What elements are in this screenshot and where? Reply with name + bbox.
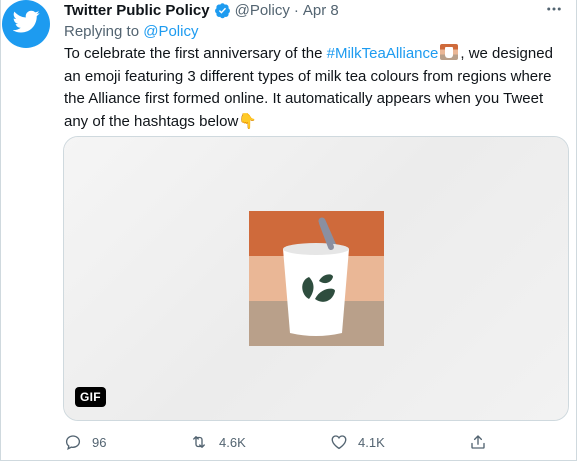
tweet-text-part1: To celebrate the first anniversary of th… xyxy=(64,45,327,62)
retweet-button[interactable]: 4.6K xyxy=(189,430,246,454)
share-button[interactable] xyxy=(469,430,487,454)
milk-tea-emoji-icon xyxy=(440,44,459,60)
author-handle[interactable]: @Policy xyxy=(235,2,290,19)
retweet-count: 4.6K xyxy=(219,434,246,450)
gif-media[interactable]: GIF xyxy=(63,136,569,421)
share-icon xyxy=(471,435,485,449)
replying-to: Replying to @Policy xyxy=(64,23,198,40)
twitter-bird-icon xyxy=(13,10,40,33)
like-count: 4.1K xyxy=(358,434,385,450)
author-name[interactable]: Twitter Public Policy xyxy=(64,2,210,19)
tweet-date[interactable]: Apr 8 xyxy=(303,2,339,19)
hashtag-link[interactable]: #MilkTeaAlliance xyxy=(327,45,439,62)
like-button[interactable]: 4.1K xyxy=(330,430,385,454)
gif-badge: GIF xyxy=(75,387,106,407)
more-options-icon[interactable] xyxy=(542,0,566,18)
tweet-text: To celebrate the first anniversary of th… xyxy=(64,43,564,133)
pointing-down-hand-icon: 👇 xyxy=(238,112,257,130)
separator-dot: · xyxy=(293,1,299,19)
replying-handle-link[interactable]: @Policy xyxy=(143,23,198,40)
avatar[interactable] xyxy=(2,0,50,48)
reply-button[interactable]: 96 xyxy=(64,430,106,454)
replying-prefix: Replying to xyxy=(64,23,140,40)
retweet-icon xyxy=(193,436,205,448)
reply-count: 96 xyxy=(92,434,107,450)
tweet-actions: 96 4.6K 4.1K xyxy=(64,430,504,454)
reply-icon xyxy=(65,435,81,451)
verified-badge-icon xyxy=(214,2,230,18)
heart-icon xyxy=(331,435,347,450)
milk-tea-cup-illustration xyxy=(249,211,384,346)
tweet-header: Twitter Public Policy @Policy · Apr 8 xyxy=(64,0,339,20)
